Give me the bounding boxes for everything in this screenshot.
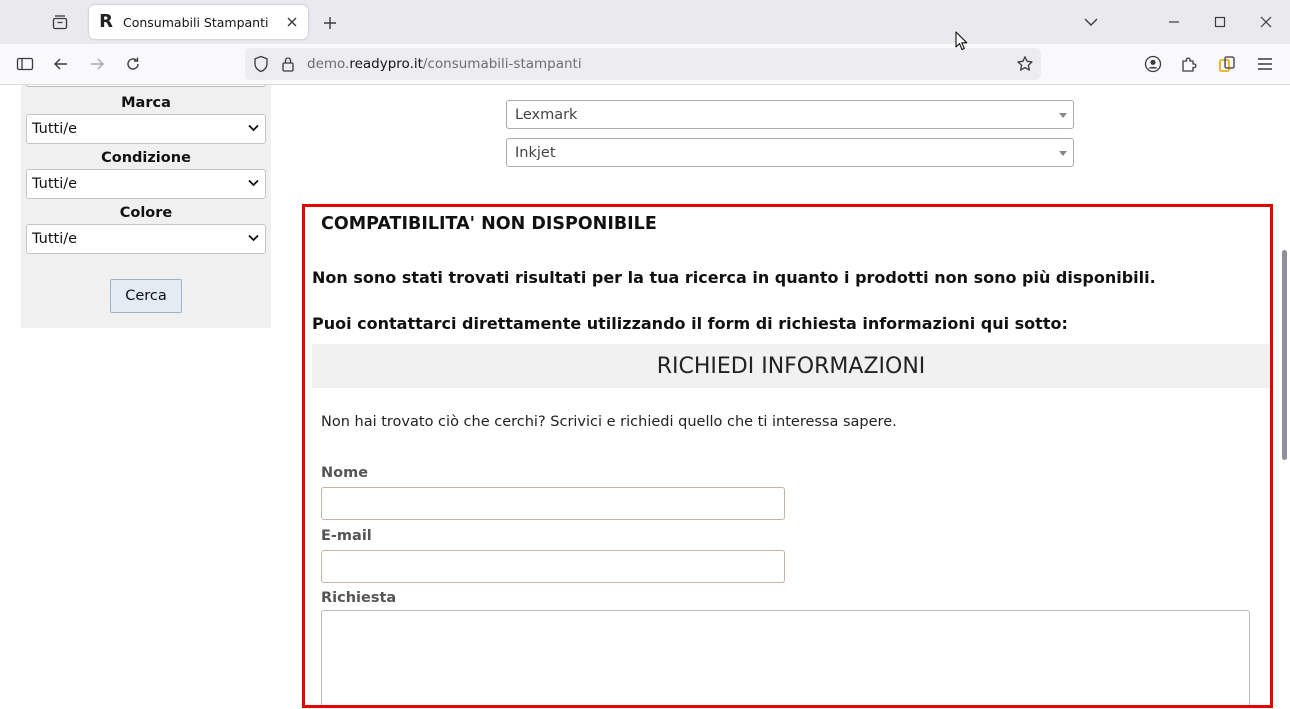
request-textarea[interactable]	[321, 610, 1250, 705]
close-icon	[1260, 16, 1272, 28]
request-label: Richiesta	[321, 590, 397, 606]
shield-icon[interactable]	[251, 54, 271, 74]
menu-icon	[1257, 57, 1273, 71]
notice-title: COMPATIBILITA' NON DISPONIBILE	[321, 214, 657, 234]
tab-list-icon	[52, 14, 68, 30]
url-text: demo.readypro.it/consumabili-stampanti	[307, 56, 582, 72]
brand-select[interactable]: Lexmark	[506, 100, 1074, 129]
filter-label-colore: Colore	[119, 205, 173, 221]
marca-select[interactable]: Tutti/e	[26, 114, 266, 144]
lock-icon[interactable]	[278, 54, 298, 74]
page-viewport: Marca Tutti/e Condizione Tutti/e Colore …	[0, 85, 1290, 709]
chevron-down-icon	[248, 179, 259, 187]
colore-select-value: Tutti/e	[32, 231, 78, 247]
readypro-favicon-icon: R	[99, 11, 113, 32]
brand-select-value: Lexmark	[515, 106, 578, 123]
forward-button[interactable]	[83, 50, 111, 78]
container-tabs-button[interactable]	[1213, 50, 1241, 78]
cerca-button[interactable]: Cerca	[110, 279, 182, 313]
container-icon	[1218, 55, 1236, 73]
reload-icon	[125, 56, 141, 72]
tab-consumabili-stampanti[interactable]: R Consumabili Stampanti	[89, 5, 308, 39]
url-host: readypro.it	[349, 56, 423, 72]
url-path: /consumabili-stampanti	[422, 56, 582, 72]
plus-icon	[323, 16, 337, 30]
maximize-button[interactable]	[1206, 8, 1234, 36]
app-menu-button[interactable]	[1251, 50, 1279, 78]
marca-select-value: Tutti/e	[32, 121, 78, 137]
caret-down-icon	[1059, 151, 1067, 156]
back-button[interactable]	[47, 50, 75, 78]
minimize-icon	[1168, 16, 1180, 28]
close-icon[interactable]	[284, 14, 300, 30]
extensions-icon	[1180, 55, 1198, 73]
email-label: E-mail	[321, 528, 372, 544]
type-select[interactable]: Inkjet	[506, 138, 1074, 167]
name-input[interactable]	[321, 487, 785, 520]
filter-label-marca: Marca	[121, 95, 171, 111]
back-icon	[53, 56, 69, 72]
partial-select[interactable]	[26, 85, 266, 87]
close-window-button[interactable]	[1252, 8, 1280, 36]
page-scrollbar[interactable]	[1282, 250, 1287, 460]
address-bar[interactable]: demo.readypro.it/consumabili-stampanti	[245, 48, 1041, 80]
chevron-down-icon	[248, 234, 259, 242]
forward-icon	[89, 56, 105, 72]
email-input[interactable]	[321, 550, 785, 583]
type-select-value: Inkjet	[515, 144, 556, 161]
reload-button[interactable]	[119, 50, 147, 78]
url-prefix: demo.	[307, 56, 350, 72]
tab-bar: R Consumabili Stampanti	[0, 0, 1290, 44]
mouse-cursor-icon	[955, 31, 969, 51]
sidebar-toggle-button[interactable]	[11, 50, 39, 78]
tab-title: Consumabili Stampanti	[123, 14, 269, 30]
minimize-button[interactable]	[1160, 8, 1188, 36]
notice-contact-text: Puoi contattarci direttamente utilizzand…	[312, 314, 1068, 333]
condizione-select[interactable]: Tutti/e	[26, 169, 266, 199]
name-label: Nome	[321, 465, 369, 481]
request-intro-text: Non hai trovato ciò che cerchi? Scrivici…	[321, 414, 897, 430]
condizione-select-value: Tutti/e	[32, 176, 78, 192]
account-icon	[1144, 55, 1162, 73]
chevron-down-icon	[248, 124, 259, 132]
star-icon[interactable]	[1015, 54, 1035, 74]
list-all-tabs-button[interactable]	[1077, 8, 1105, 36]
navigation-bar: demo.readypro.it/consumabili-stampanti	[0, 44, 1290, 85]
tab-list-button[interactable]	[44, 8, 76, 36]
chevron-down-icon	[1084, 17, 1098, 27]
notice-no-results-text: Non sono stati trovati risultati per la …	[312, 268, 1156, 287]
filter-panel: Marca Tutti/e Condizione Tutti/e Colore …	[21, 85, 271, 328]
maximize-icon	[1214, 16, 1226, 28]
new-tab-button[interactable]	[318, 11, 342, 35]
extensions-button[interactable]	[1175, 50, 1203, 78]
request-info-heading: RICHIEDI INFORMAZIONI	[312, 344, 1270, 388]
account-button[interactable]	[1139, 50, 1167, 78]
colore-select[interactable]: Tutti/e	[26, 224, 266, 254]
sidebar-icon	[16, 56, 34, 72]
compatibility-notice-box: COMPATIBILITA' NON DISPONIBILE Non sono …	[302, 204, 1273, 708]
caret-down-icon	[1059, 113, 1067, 118]
filter-label-condizione: Condizione	[101, 150, 191, 166]
